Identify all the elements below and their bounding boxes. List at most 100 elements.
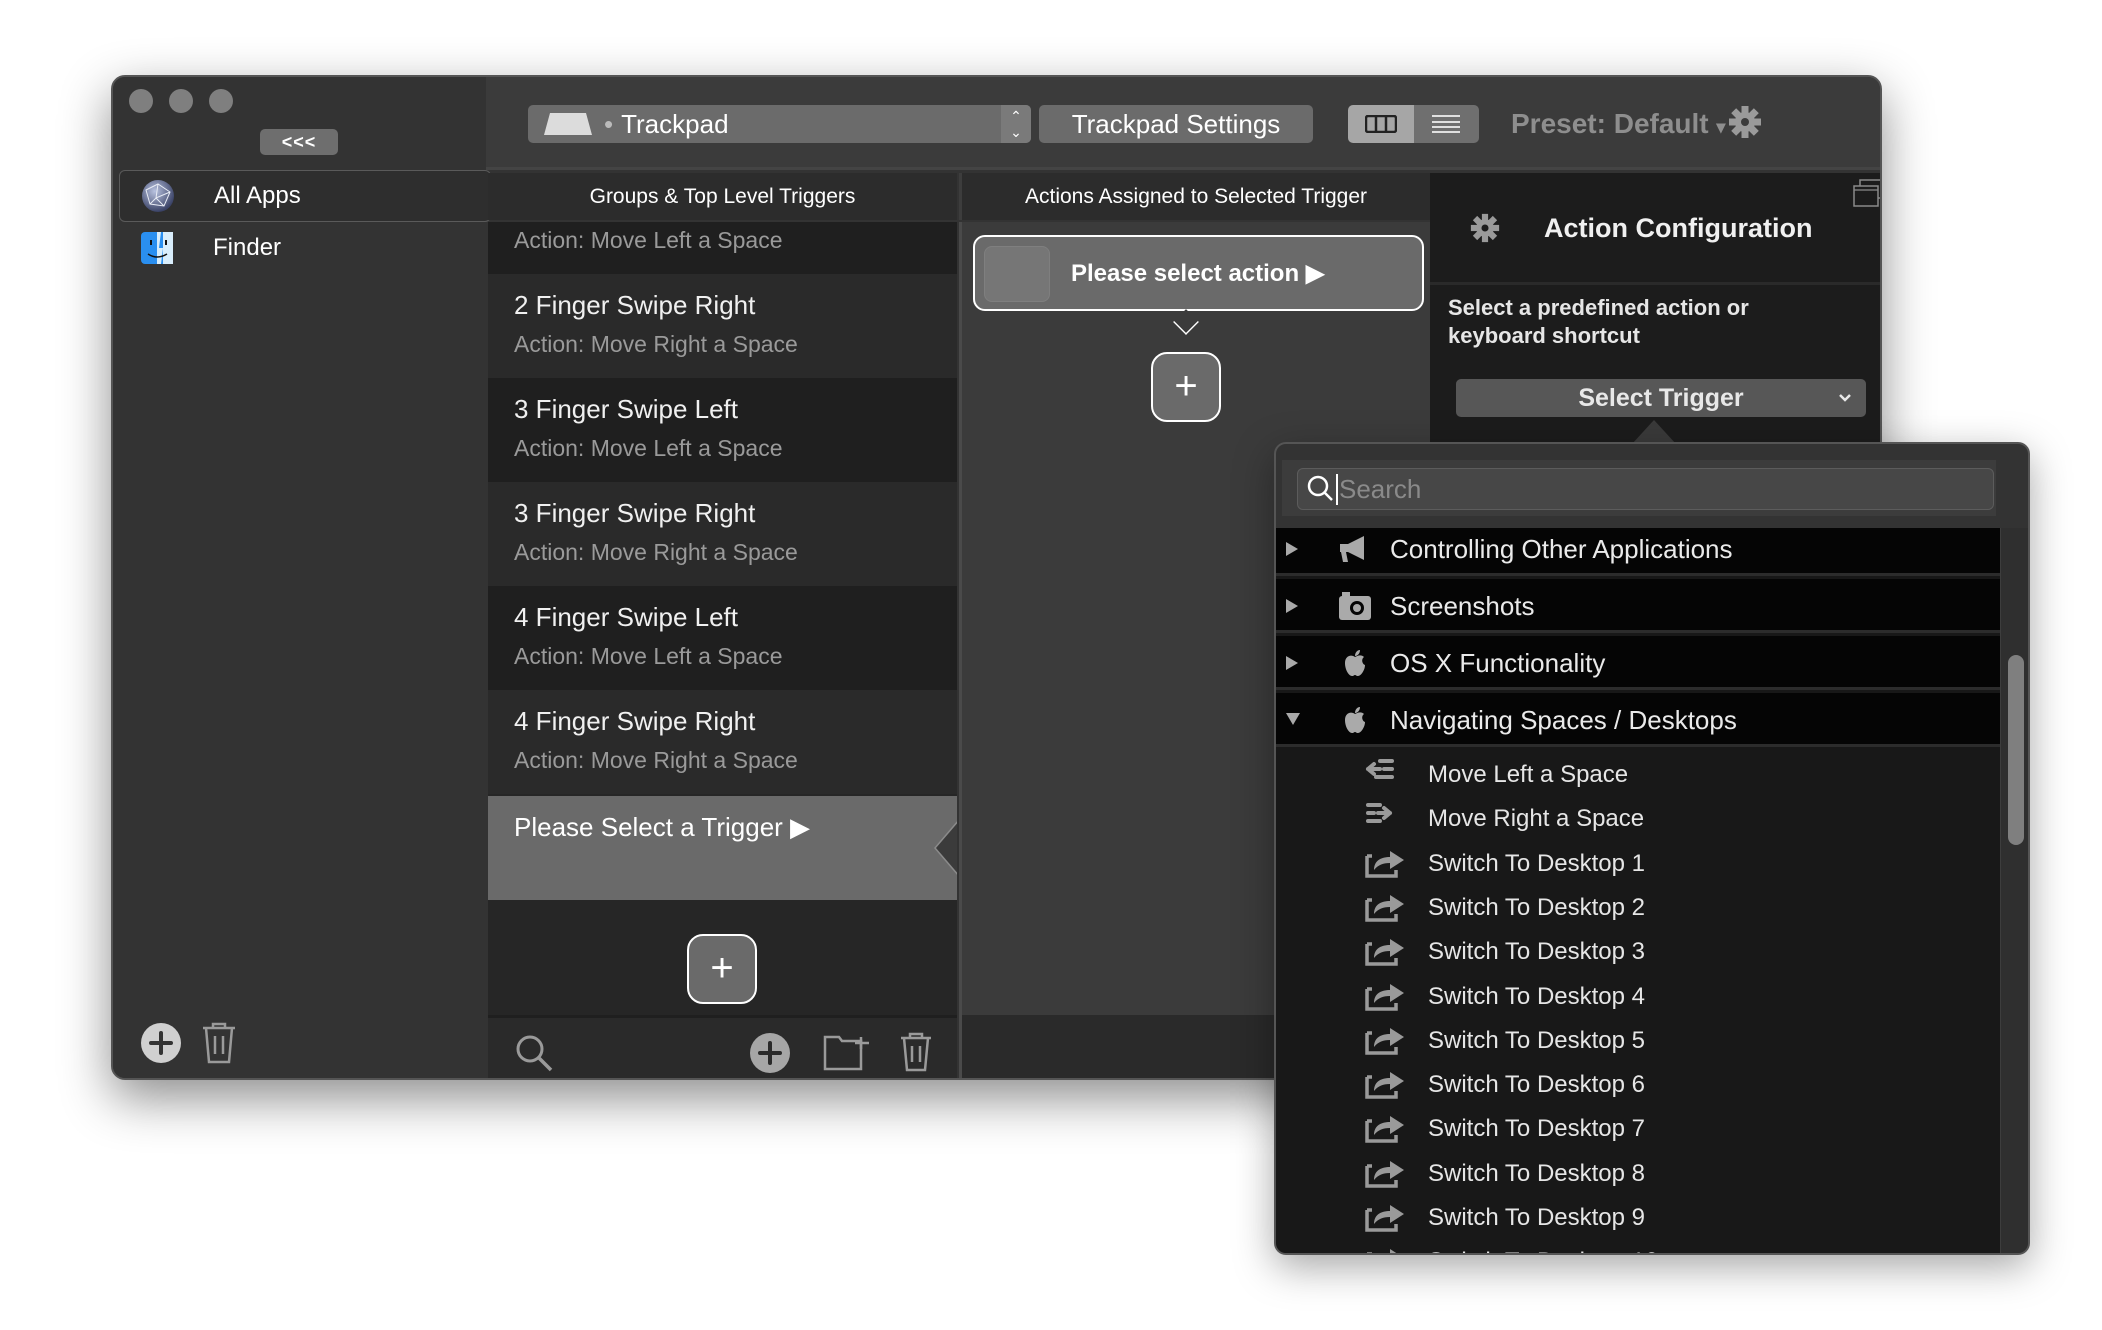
selected-trigger-row[interactable]: Please Select a Trigger ▶ (488, 796, 957, 900)
trigger-action: Action: Move Left a Space (514, 227, 783, 253)
action-item[interactable]: Switch To Desktop 8 (1276, 1152, 2000, 1196)
category-row[interactable]: OS X Functionality (1276, 636, 2000, 690)
category-label: Controlling Other Applications (1390, 534, 1733, 564)
gear-icon (1470, 213, 1500, 243)
triggers-column-header: Groups & Top Level Triggers (488, 173, 957, 220)
bubble-tail (1173, 309, 1199, 335)
chevron-down-icon: ▾ (1716, 117, 1726, 137)
action-bubble-label: Please select action ▶ (1071, 259, 1324, 288)
disclosure-right-icon[interactable] (1284, 597, 1300, 615)
settings-gear-button[interactable] (1728, 105, 1762, 144)
device-type-dropdown[interactable]: • Trackpad ⌃ ⌄ (528, 105, 1031, 143)
popup-scrollbar[interactable] (2000, 528, 2028, 1253)
disclosure-down-icon[interactable] (1284, 711, 1302, 727)
gear-icon (1729, 106, 1761, 138)
share-arrow-icon (1365, 850, 1404, 878)
trigger-title: 2 Finger Swipe Right (514, 290, 756, 320)
trigger-row[interactable]: 3 Finger Swipe Right Action: Move Right … (488, 482, 957, 586)
action-item[interactable]: Switch To Desktop 2 (1276, 886, 2000, 930)
trigger-row[interactable]: Action: Move Left a Space (488, 222, 957, 274)
trigger-action: Action: Move Left a Space (514, 643, 783, 669)
preset-dropdown[interactable]: Preset: Default ▾ (1511, 105, 1725, 146)
add-action-button[interactable]: + (1151, 352, 1221, 422)
action-item[interactable]: Switch To Desktop 10 (1276, 1240, 2000, 1253)
action-item[interactable]: Switch To Desktop 5 (1276, 1019, 2000, 1063)
share-arrow-icon (1365, 1072, 1404, 1099)
plus-circle-icon[interactable] (750, 1033, 790, 1073)
action-item-label: Move Right a Space (1428, 805, 1645, 833)
category-row[interactable]: Screenshots (1276, 579, 2000, 633)
category-label: Screenshots (1390, 591, 1535, 621)
move-right-space-icon (1366, 803, 1392, 824)
trigger-title: Please Select a Trigger ▶ (514, 812, 810, 843)
globe-network-icon (142, 180, 174, 212)
share-arrow-icon (1365, 1027, 1404, 1055)
device-value: Trackpad (621, 108, 729, 139)
category-row[interactable]: Controlling Other Applications (1276, 528, 2000, 576)
trigger-row[interactable]: 3 Finger Swipe Left Action: Move Left a … (488, 378, 957, 482)
folder-plus-icon[interactable] (823, 1033, 871, 1071)
trigger-row[interactable]: 4 Finger Swipe Right Action: Move Right … (488, 690, 957, 794)
trigger-action: Action: Move Right a Space (514, 539, 798, 565)
select-trigger-dropdown[interactable]: Select Trigger (1456, 379, 1866, 417)
popover-arrow (1632, 420, 1676, 444)
view-mode-toggle (1348, 105, 1479, 143)
chevron-down-icon (1839, 394, 1851, 402)
trigger-action: Action: Move Right a Space (514, 747, 798, 773)
app-sidebar: <<< All Apps Finder (113, 77, 491, 1078)
sidebar-item-all-apps[interactable]: All Apps (119, 170, 491, 222)
action-item[interactable]: Switch To Desktop 3 (1276, 930, 2000, 974)
play-arrow-icon: ▶ (1305, 260, 1325, 287)
search-bar (1282, 460, 1996, 516)
trigger-row[interactable]: 4 Finger Swipe Left Action: Move Left a … (488, 586, 957, 690)
trigger-title: 4 Finger Swipe Left (514, 602, 739, 632)
action-item[interactable]: Switch To Desktop 7 (1276, 1107, 2000, 1151)
action-placeholder-bubble[interactable]: Please select action ▶ (973, 235, 1424, 335)
minimize-window-button[interactable] (169, 89, 193, 113)
action-icon-placeholder (984, 246, 1050, 302)
trash-icon[interactable] (899, 1032, 933, 1072)
action-item[interactable]: Switch To Desktop 9 (1276, 1196, 2000, 1240)
trigger-row[interactable]: 2 Finger Swipe Right Action: Move Right … (488, 274, 957, 378)
zoom-window-button[interactable] (209, 89, 233, 113)
action-item-label: Switch To Desktop 3 (1428, 938, 1645, 966)
trackpad-icon (544, 113, 592, 135)
list-view-icon (1432, 115, 1461, 133)
action-item-label: Switch To Desktop 1 (1428, 849, 1645, 877)
sidebar-item-finder[interactable]: Finder (119, 222, 491, 274)
camera-icon (1339, 592, 1371, 620)
share-arrow-icon (1365, 1205, 1404, 1232)
trackpad-settings-button[interactable]: Trackpad Settings (1039, 105, 1313, 143)
trash-icon[interactable] (201, 1022, 237, 1064)
search-field[interactable] (1297, 468, 1994, 510)
trigger-action: Action: Move Left a Space (514, 435, 783, 461)
category-label: OS X Functionality (1390, 648, 1606, 678)
search-input[interactable] (1336, 473, 1976, 505)
action-item[interactable]: Switch To Desktop 1 (1276, 842, 2000, 886)
scrollbar-thumb[interactable] (2008, 655, 2024, 845)
columns-view-button[interactable] (1348, 105, 1414, 143)
action-item[interactable]: Move Right a Space (1276, 797, 2000, 841)
share-arrow-icon (1365, 939, 1404, 966)
toolbar: • Trackpad ⌃ ⌄ Trackpad Settings Preset: … (486, 77, 1880, 170)
list-view-button[interactable] (1413, 105, 1479, 143)
collapse-sidebar-button[interactable]: <<< (260, 129, 338, 155)
action-item-label: Switch To Desktop 10 (1428, 1248, 1658, 1253)
apple-icon (1345, 650, 1365, 676)
plus-circle-icon[interactable] (141, 1023, 181, 1063)
share-arrow-icon (1367, 1249, 1396, 1253)
move-left-space-icon (1366, 759, 1394, 779)
close-window-button[interactable] (129, 89, 153, 113)
action-item[interactable]: Switch To Desktop 4 (1276, 975, 2000, 1019)
up-down-chevron-icon[interactable]: ⌃ ⌄ (1001, 105, 1031, 143)
disclosure-right-icon[interactable] (1284, 654, 1300, 672)
device-bullet: • (604, 108, 614, 139)
action-item-label: Move Left a Space (1428, 761, 1629, 788)
add-trigger-button[interactable]: + (687, 934, 757, 1004)
share-arrow-icon (1365, 894, 1404, 922)
search-icon[interactable] (514, 1033, 554, 1073)
category-row[interactable]: Navigating Spaces / Desktops (1276, 693, 2000, 747)
action-item[interactable]: Move Left a Space (1276, 753, 2000, 797)
action-item[interactable]: Switch To Desktop 6 (1276, 1063, 2000, 1107)
disclosure-right-icon[interactable] (1284, 540, 1300, 558)
